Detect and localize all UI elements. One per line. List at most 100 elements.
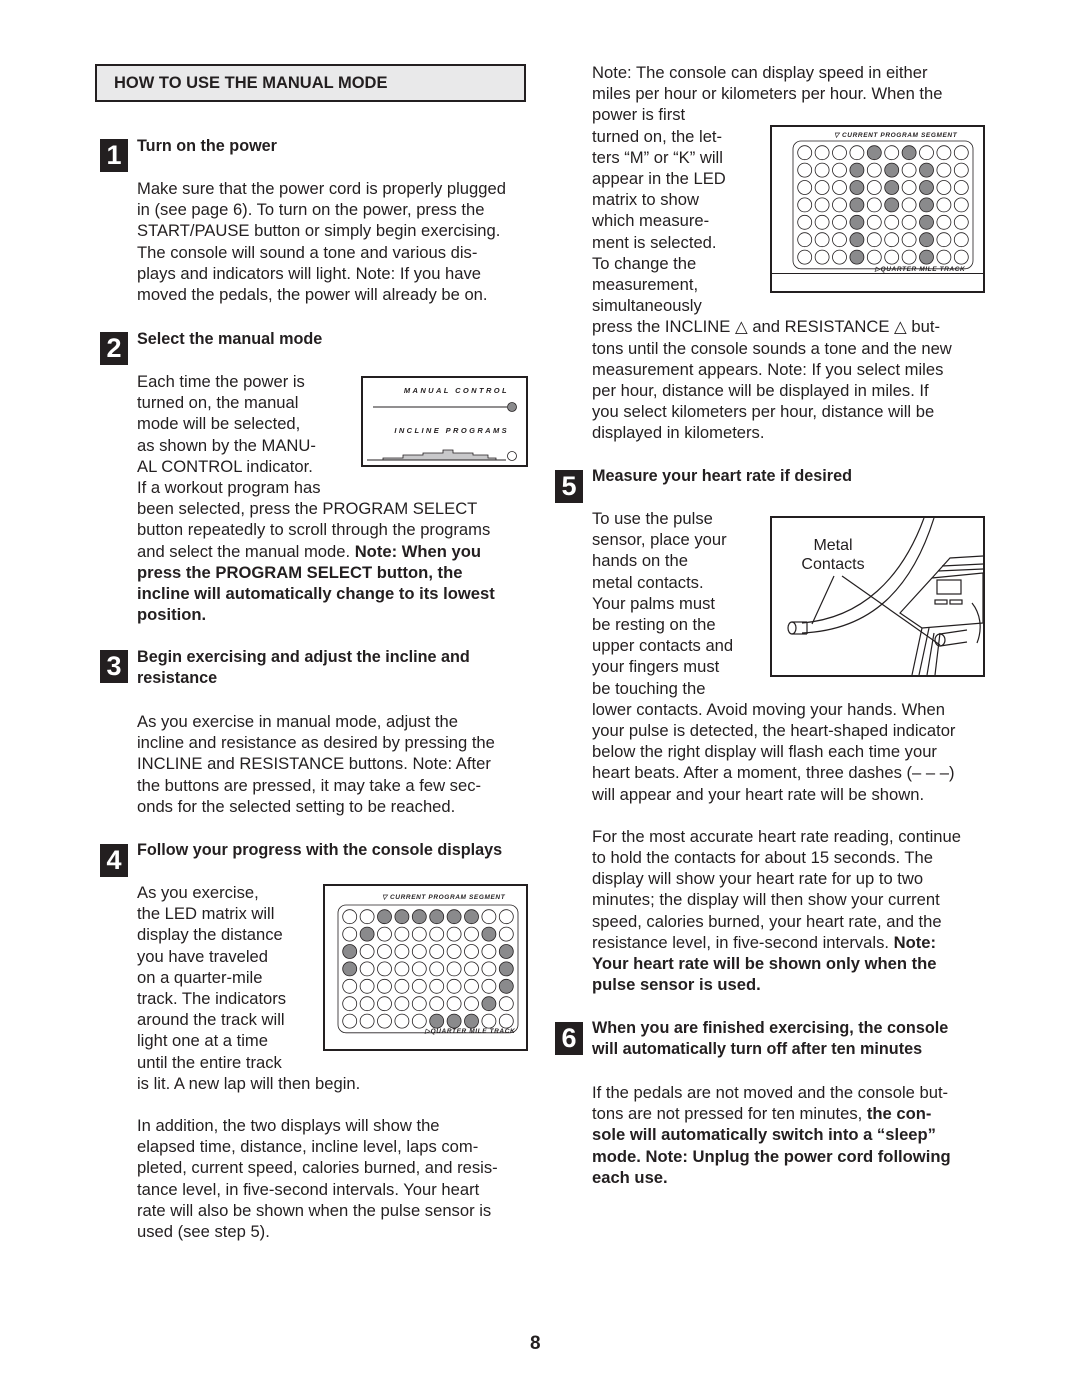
- step-3-badge: 3: [100, 650, 128, 683]
- led-on: [359, 926, 375, 942]
- led-off: [394, 978, 410, 994]
- led-off: [814, 214, 830, 230]
- led-off: [884, 249, 900, 265]
- note-label: Note: When you: [354, 541, 481, 561]
- led-off: [377, 1013, 392, 1029]
- step-2-heading: Select the manual mode: [137, 330, 323, 348]
- step-4-heading: Follow your progress with the console di…: [137, 841, 503, 859]
- led-off: [394, 944, 410, 959]
- led-off: [377, 978, 392, 994]
- bold-span: the con-: [866, 1104, 932, 1124]
- led-off: [953, 180, 969, 195]
- page-number: 8: [530, 1333, 541, 1354]
- text-line: Note: The console can display speed in e…: [592, 63, 928, 82]
- led-off: [936, 197, 952, 213]
- led-on: [919, 162, 934, 178]
- step-1-badge: 1: [100, 139, 128, 172]
- led-off: [936, 162, 952, 178]
- step-5-badge: 5: [555, 470, 583, 503]
- led-off: [884, 145, 900, 161]
- text-line: mode. Note: Unplug the power cord follow…: [592, 1146, 951, 1166]
- led-off: [866, 249, 882, 265]
- quarter-mile-track-label: ▷QUARTER MILE TRACK: [875, 266, 966, 273]
- led-off: [446, 996, 462, 1012]
- text-line: tons are not pressed for ten minutes, th…: [592, 1103, 992, 1124]
- led-off: [481, 1013, 497, 1029]
- led-matrix-unit-figure: ▽ CURRENT PROGRAM SEGMENT ▷QUARTER MILE …: [770, 125, 985, 293]
- text-line: tons until the console sounds a tone and…: [592, 338, 952, 358]
- led-off: [429, 978, 445, 994]
- led-off: [832, 197, 847, 213]
- manual-control-figure: MANUAL CONTROL INCLINE PROGRAMS: [361, 376, 528, 467]
- led-off: [901, 249, 917, 265]
- led-on: [446, 909, 462, 925]
- led-off: [464, 926, 479, 942]
- text-line: tance level, in five-second intervals. Y…: [137, 1179, 480, 1199]
- led-off: [866, 180, 882, 195]
- led-off: [797, 249, 813, 265]
- text-span: tons are not pressed for ten minutes,: [592, 1104, 867, 1124]
- text-line: been selected, press the PROGRAM SELECT: [137, 499, 478, 519]
- led-off: [359, 909, 375, 925]
- step-6-heading: When you are finished exercising, the co…: [592, 1018, 992, 1060]
- text-span: resistance level, in five-second interva…: [592, 932, 894, 952]
- text-line: If the pedals are not moved and the cons…: [592, 1083, 949, 1102]
- led-off: [394, 996, 410, 1012]
- led-on: [901, 145, 917, 161]
- text-line: press the PROGRAM SELECT button, the: [137, 562, 463, 582]
- led-off: [936, 232, 952, 248]
- text-line: you select kilometers per hour, distance…: [592, 402, 935, 422]
- led-on: [481, 926, 497, 942]
- led-off: [936, 180, 952, 195]
- led-on: [464, 909, 479, 925]
- led-off: [394, 961, 410, 977]
- led-off: [884, 214, 900, 230]
- led-on: [394, 909, 410, 925]
- text-line: As you exercise in manual mode, adjust t…: [137, 712, 458, 731]
- led-off: [953, 232, 969, 248]
- text-line: lower contacts. Avoid moving your hands.…: [592, 699, 945, 719]
- text-line: If a workout program has: [137, 478, 321, 498]
- text-line: moved the pedals, the power will already…: [137, 285, 488, 305]
- step-6-body: If the pedals are not moved and the cons…: [592, 1082, 992, 1188]
- heading-line: resistance: [137, 669, 218, 688]
- led-off: [464, 944, 479, 959]
- led-off: [429, 926, 445, 942]
- text-line: rate will also be shown when the pulse s…: [137, 1200, 492, 1220]
- text-line: until the entire track: [137, 1052, 282, 1072]
- heading-line: When you are finished exercising, the co…: [592, 1019, 949, 1037]
- led-on: [342, 944, 358, 959]
- led-off: [464, 961, 479, 977]
- step-5-heading: Measure your heart rate if desired: [592, 467, 852, 485]
- led-on: [849, 197, 865, 213]
- text-line: heart beats. After a moment, three dashe…: [592, 763, 955, 783]
- led-off: [832, 214, 847, 230]
- text-line: elapsed time, distance, incline level, l…: [137, 1137, 479, 1157]
- led-on: [849, 180, 865, 195]
- led-on: [481, 996, 497, 1012]
- led-off: [359, 961, 375, 977]
- led-off: [832, 180, 847, 195]
- led-on: [498, 978, 514, 994]
- led-off: [342, 926, 358, 942]
- led-off: [342, 996, 358, 1012]
- led-on: [919, 249, 934, 265]
- led-on: [446, 1013, 462, 1029]
- led-off: [797, 214, 813, 230]
- led-on: [498, 961, 514, 977]
- led-off: [481, 978, 497, 994]
- led-off: [481, 944, 497, 959]
- text-line: simultaneously: [592, 296, 702, 316]
- led-off: [797, 162, 813, 178]
- led-matrix-track-figure: ▽ CURRENT PROGRAM SEGMENT ▷QUARTER MILE …: [323, 884, 528, 1051]
- text-line: INCLINE and RESISTANCE buttons. Note: Af…: [137, 754, 491, 774]
- text-line: pulse sensor is used.: [592, 975, 761, 995]
- text-line: incline will automatically change to its…: [137, 584, 495, 604]
- led-on: [849, 162, 865, 178]
- step-4-badge: 4: [100, 844, 128, 877]
- led-off: [446, 944, 462, 959]
- led-off: [919, 145, 934, 161]
- text-line: and select the manual mode. Note: When y…: [137, 541, 537, 562]
- led-off: [814, 232, 830, 248]
- led-off: [359, 978, 375, 994]
